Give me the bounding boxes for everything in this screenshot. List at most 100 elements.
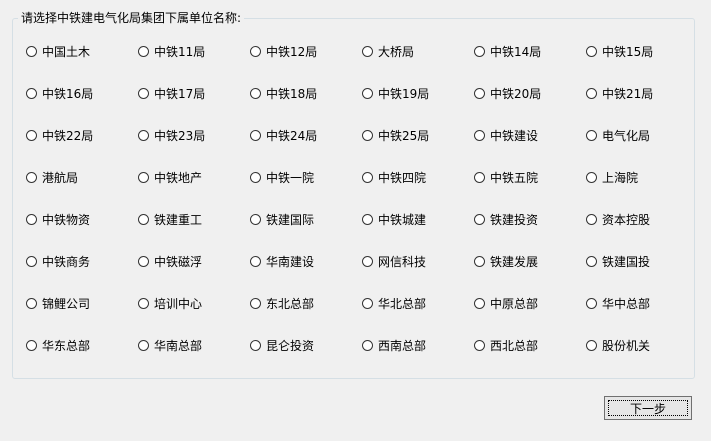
unit-option[interactable]: 中铁建设	[474, 126, 586, 144]
radio-button[interactable]	[362, 129, 373, 141]
unit-option[interactable]: 铁建发展	[474, 252, 586, 270]
radio-button[interactable]	[586, 45, 597, 57]
unit-option[interactable]: 中铁16局	[26, 84, 138, 102]
next-button[interactable]: 下一步	[604, 396, 692, 420]
unit-option[interactable]: 大桥局	[362, 42, 474, 60]
radio-button[interactable]	[586, 129, 597, 141]
unit-option[interactable]: 中铁20局	[474, 84, 586, 102]
radio-button[interactable]	[586, 297, 597, 309]
radio-button[interactable]	[362, 87, 373, 99]
unit-option[interactable]: 中铁19局	[362, 84, 474, 102]
radio-button[interactable]	[474, 129, 485, 141]
radio-button[interactable]	[138, 45, 149, 57]
radio-button[interactable]	[250, 213, 261, 225]
unit-option[interactable]: 西南总部	[362, 336, 474, 354]
radio-button[interactable]	[474, 45, 485, 57]
radio-button[interactable]	[250, 339, 261, 351]
unit-option[interactable]: 中铁22局	[26, 126, 138, 144]
unit-option[interactable]: 中铁五院	[474, 168, 586, 186]
unit-option[interactable]: 铁建重工	[138, 210, 250, 228]
unit-option[interactable]: 中铁地产	[138, 168, 250, 186]
unit-option[interactable]: 网信科技	[362, 252, 474, 270]
unit-option[interactable]: 华北总部	[362, 294, 474, 312]
unit-option-label: 昆仑投资	[266, 338, 315, 353]
unit-option[interactable]: 华南总部	[138, 336, 250, 354]
radio-button[interactable]	[26, 213, 37, 225]
radio-button[interactable]	[474, 213, 485, 225]
unit-option[interactable]: 中铁城建	[362, 210, 474, 228]
radio-button[interactable]	[138, 297, 149, 309]
radio-button[interactable]	[474, 339, 485, 351]
unit-option[interactable]: 铁建国投	[586, 252, 698, 270]
unit-option[interactable]: 锦鲤公司	[26, 294, 138, 312]
unit-option[interactable]: 中铁商务	[26, 252, 138, 270]
unit-option[interactable]: 华南建设	[250, 252, 362, 270]
unit-option[interactable]: 股份机关	[586, 336, 698, 354]
radio-button[interactable]	[362, 339, 373, 351]
radio-button[interactable]	[138, 87, 149, 99]
unit-option[interactable]: 中铁11局	[138, 42, 250, 60]
radio-button[interactable]	[250, 129, 261, 141]
radio-button[interactable]	[362, 213, 373, 225]
radio-button[interactable]	[250, 45, 261, 57]
radio-button[interactable]	[362, 45, 373, 57]
radio-button[interactable]	[362, 171, 373, 183]
radio-button[interactable]	[586, 171, 597, 183]
radio-button[interactable]	[362, 255, 373, 267]
radio-button[interactable]	[474, 171, 485, 183]
unit-option[interactable]: 铁建国际	[250, 210, 362, 228]
radio-button[interactable]	[474, 87, 485, 99]
radio-button[interactable]	[362, 297, 373, 309]
unit-option-label: 东北总部	[266, 296, 315, 311]
radio-button[interactable]	[586, 255, 597, 267]
unit-option[interactable]: 电气化局	[586, 126, 698, 144]
unit-option[interactable]: 中铁24局	[250, 126, 362, 144]
unit-option[interactable]: 中原总部	[474, 294, 586, 312]
unit-option[interactable]: 中铁12局	[250, 42, 362, 60]
unit-option[interactable]: 中铁15局	[586, 42, 698, 60]
radio-button[interactable]	[586, 213, 597, 225]
radio-button[interactable]	[474, 255, 485, 267]
unit-option[interactable]: 中铁17局	[138, 84, 250, 102]
unit-option[interactable]: 华东总部	[26, 336, 138, 354]
radio-button[interactable]	[26, 255, 37, 267]
radio-button[interactable]	[586, 87, 597, 99]
radio-button[interactable]	[138, 213, 149, 225]
radio-button[interactable]	[474, 297, 485, 309]
radio-button[interactable]	[26, 87, 37, 99]
unit-option[interactable]: 中铁四院	[362, 168, 474, 186]
radio-button[interactable]	[250, 297, 261, 309]
radio-button[interactable]	[26, 339, 37, 351]
radio-button[interactable]	[586, 339, 597, 351]
radio-button[interactable]	[250, 171, 261, 183]
unit-option[interactable]: 上海院	[586, 168, 698, 186]
radio-button[interactable]	[26, 171, 37, 183]
unit-option[interactable]: 中国土木	[26, 42, 138, 60]
unit-option[interactable]: 中铁磁浮	[138, 252, 250, 270]
unit-option[interactable]: 中铁21局	[586, 84, 698, 102]
radio-button[interactable]	[138, 129, 149, 141]
unit-option[interactable]: 中铁一院	[250, 168, 362, 186]
radio-button[interactable]	[26, 129, 37, 141]
unit-option[interactable]: 昆仑投资	[250, 336, 362, 354]
radio-button[interactable]	[250, 255, 261, 267]
radio-button[interactable]	[250, 87, 261, 99]
unit-option[interactable]: 中铁物资	[26, 210, 138, 228]
unit-option[interactable]: 中铁25局	[362, 126, 474, 144]
radio-button[interactable]	[138, 255, 149, 267]
unit-option[interactable]: 中铁23局	[138, 126, 250, 144]
unit-option[interactable]: 西北总部	[474, 336, 586, 354]
radio-button[interactable]	[138, 339, 149, 351]
unit-option[interactable]: 港航局	[26, 168, 138, 186]
unit-option[interactable]: 铁建投资	[474, 210, 586, 228]
unit-option[interactable]: 资本控股	[586, 210, 698, 228]
unit-option[interactable]: 东北总部	[250, 294, 362, 312]
radio-button[interactable]	[26, 297, 37, 309]
unit-option[interactable]: 华中总部	[586, 294, 698, 312]
unit-option[interactable]: 中铁18局	[250, 84, 362, 102]
unit-option[interactable]: 中铁14局	[474, 42, 586, 60]
unit-option[interactable]: 培训中心	[138, 294, 250, 312]
unit-option-label: 西北总部	[490, 338, 539, 353]
radio-button[interactable]	[138, 171, 149, 183]
radio-button[interactable]	[26, 45, 37, 57]
